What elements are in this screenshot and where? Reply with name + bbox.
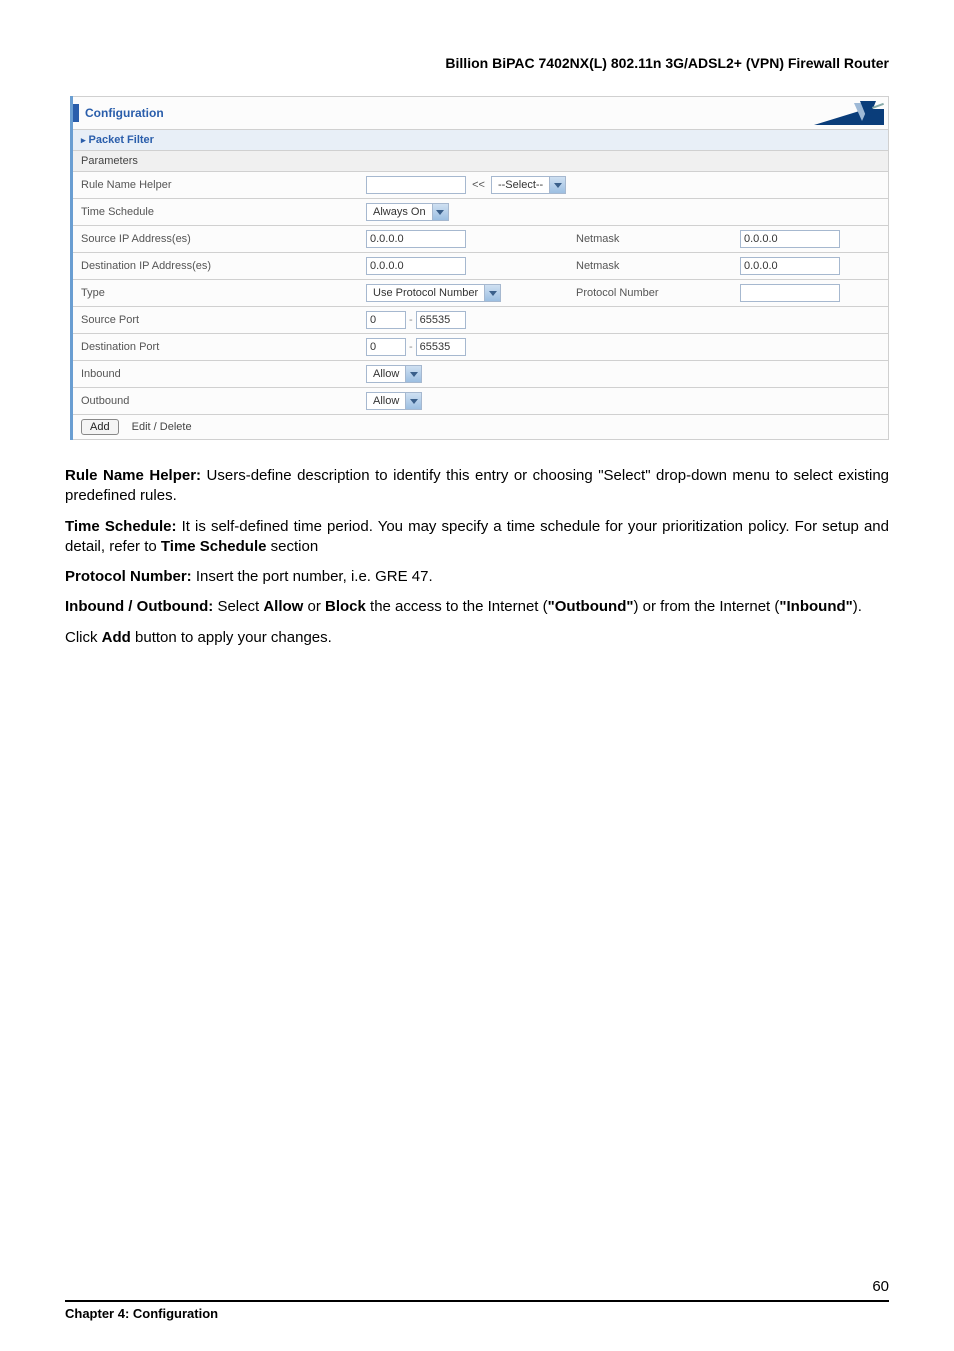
p4-t5: ). (853, 598, 862, 615)
p4-t1: Select (213, 598, 263, 615)
p4-t3: the access to the Internet ( (366, 598, 548, 615)
type-select[interactable]: Use Protocol Number (366, 284, 501, 302)
p2-bold: Time Schedule (161, 538, 267, 555)
label-outbound: Outbound (81, 395, 366, 407)
source-ip-input[interactable] (366, 230, 466, 248)
label-source-netmask: Netmask (576, 233, 740, 245)
label-source-ip: Source IP Address(es) (81, 233, 366, 245)
triangle-icon: ▸ (81, 135, 86, 145)
time-schedule-select[interactable]: Always On (366, 203, 449, 221)
rule-name-select[interactable]: --Select-- (491, 176, 566, 194)
panel-title: Configuration (85, 106, 164, 120)
rule-name-arrow: << (469, 179, 488, 191)
dest-port-to-input[interactable] (416, 338, 466, 356)
source-netmask-input[interactable] (740, 230, 840, 248)
label-inbound: Inbound (81, 368, 366, 380)
row-dest-ip: Destination IP Address(es) Netmask (73, 252, 889, 279)
label-dest-netmask: Netmask (576, 260, 740, 272)
row-type: Type Use Protocol Number Protocol Number (73, 279, 889, 306)
protocol-number-input[interactable] (740, 284, 840, 302)
panel-header: Configuration (73, 96, 889, 129)
p4-b3: "Outbound" (548, 598, 634, 615)
chapter-label: Chapter 4: Configuration (65, 1306, 218, 1321)
row-source-port: Source Port - (73, 306, 889, 333)
row-rule-name: Rule Name Helper << --Select-- (73, 171, 889, 198)
p4-b2: Block (325, 598, 366, 615)
add-button[interactable]: Add (81, 419, 119, 435)
p4-label: Inbound / Outbound: (65, 598, 213, 615)
row-time-schedule: Time Schedule Always On (73, 198, 889, 225)
chevron-down-icon[interactable] (549, 177, 565, 193)
p5-b: Add (102, 629, 131, 646)
source-port-to-input[interactable] (416, 311, 466, 329)
page-footer: Chapter 4: Configuration (65, 1300, 889, 1321)
chevron-down-icon[interactable] (405, 393, 421, 409)
label-type: Type (81, 287, 366, 299)
row-outbound: Outbound Allow (73, 387, 889, 414)
chevron-down-icon[interactable] (432, 204, 448, 220)
chevron-down-icon[interactable] (405, 366, 421, 382)
edit-delete-link[interactable]: Edit / Delete (122, 421, 192, 433)
p1-label: Rule Name Helper: (65, 467, 201, 484)
p4-t2: or (303, 598, 325, 615)
section-parameters: Parameters (73, 150, 889, 171)
p3-label: Protocol Number: (65, 568, 192, 585)
p2-text2: section (266, 538, 318, 555)
row-dest-port: Destination Port - (73, 333, 889, 360)
inbound-select[interactable]: Allow (366, 365, 422, 383)
label-protocol-number: Protocol Number (576, 287, 740, 299)
outbound-select[interactable]: Allow (366, 392, 422, 410)
description-text: Rule Name Helper: Users-define descripti… (65, 466, 889, 648)
page-number: 60 (872, 1278, 889, 1295)
p4-b4: "Inbound" (779, 598, 852, 615)
row-inbound: Inbound Allow (73, 360, 889, 387)
p5-t1: Click (65, 629, 102, 646)
rule-name-input[interactable] (366, 176, 466, 194)
section-title: Packet Filter (89, 134, 154, 146)
brand-logo-icon (814, 101, 884, 125)
section-packet-filter: ▸Packet Filter (73, 129, 889, 150)
source-port-from-input[interactable] (366, 311, 406, 329)
row-buttons: Add Edit / Delete (73, 414, 889, 440)
dest-netmask-input[interactable] (740, 257, 840, 275)
config-panel: Configuration ▸Packet Filter Parameters … (70, 96, 889, 440)
chevron-down-icon[interactable] (484, 285, 500, 301)
p4-b1: Allow (263, 598, 303, 615)
label-rule-name: Rule Name Helper (81, 179, 366, 191)
dest-port-from-input[interactable] (366, 338, 406, 356)
dest-ip-input[interactable] (366, 257, 466, 275)
header-accent (73, 104, 79, 122)
p4-t4: ) or from the Internet ( (634, 598, 780, 615)
p5-t2: button to apply your changes. (131, 629, 332, 646)
label-dest-ip: Destination IP Address(es) (81, 260, 366, 272)
p3-text: Insert the port number, i.e. GRE 47. (192, 568, 433, 585)
label-source-port: Source Port (81, 314, 366, 326)
row-source-ip: Source IP Address(es) Netmask (73, 225, 889, 252)
p2-label: Time Schedule: (65, 518, 177, 535)
label-time-schedule: Time Schedule (81, 206, 366, 218)
label-dest-port: Destination Port (81, 341, 366, 353)
doc-title: Billion BiPAC 7402NX(L) 802.11n 3G/ADSL2… (0, 0, 954, 96)
